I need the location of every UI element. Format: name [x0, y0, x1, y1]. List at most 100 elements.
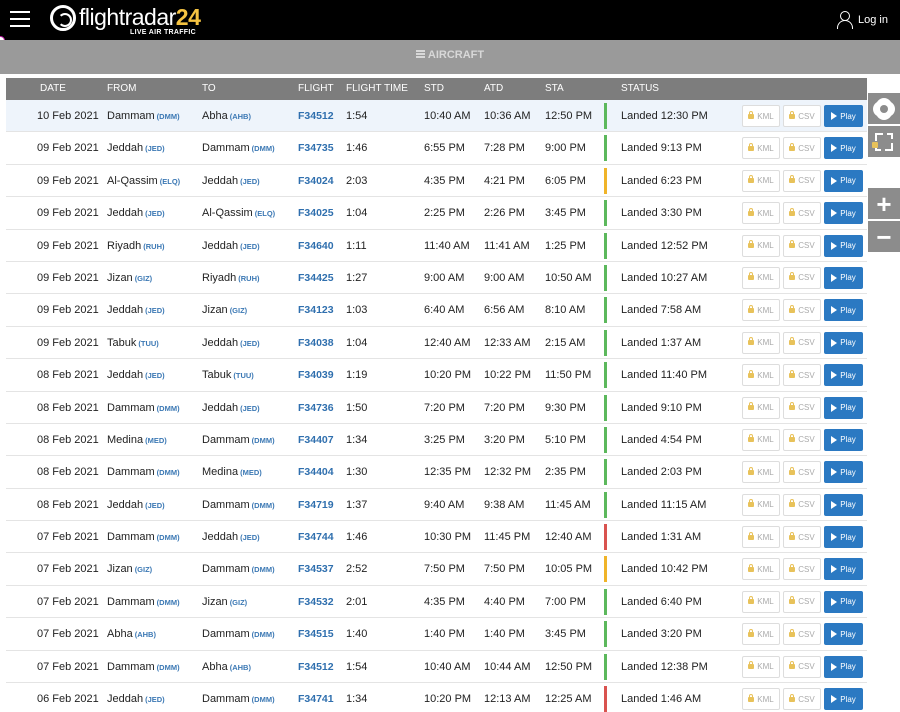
zoom-out-button[interactable]: − [868, 221, 900, 252]
play-button[interactable]: Play [824, 331, 863, 354]
csv-button[interactable]: CSV [783, 623, 821, 646]
kml-button[interactable]: KML [742, 299, 780, 322]
to-code[interactable]: (GIZ) [230, 306, 248, 315]
kml-button[interactable]: KML [742, 428, 780, 451]
table-row[interactable]: 09 Feb 2021 Jeddah (JED) Jizan (GIZ) F34123 1:… [6, 294, 867, 327]
play-button[interactable]: Play [824, 202, 863, 225]
csv-button[interactable]: CSV [783, 428, 821, 451]
login-button[interactable]: Log in [836, 11, 888, 29]
kml-button[interactable]: KML [742, 461, 780, 484]
csv-button[interactable]: CSV [783, 105, 821, 127]
csv-button[interactable]: CSV [783, 590, 821, 613]
table-row[interactable]: 07 Feb 2021 Dammam (DMM) Jizan (GIZ) F34532 2:… [6, 585, 867, 619]
from-code[interactable]: (DMM) [157, 533, 180, 542]
flight-cell[interactable]: F34537 [298, 563, 334, 575]
from-code[interactable]: (JED) [145, 695, 165, 704]
kml-button[interactable]: KML [742, 623, 780, 646]
from-code[interactable]: (AHB) [135, 630, 156, 639]
flight-cell[interactable]: F34515 [298, 628, 334, 640]
csv-button[interactable]: CSV [783, 461, 821, 484]
play-button[interactable]: Play [824, 428, 863, 451]
table-row[interactable]: 09 Feb 2021 Jeddah (JED) Dammam (DMM) F34735 1… [6, 132, 867, 165]
to-code[interactable]: (TUU) [233, 371, 253, 380]
csv-button[interactable]: CSV [783, 493, 821, 516]
from-code[interactable]: (DMM) [157, 112, 180, 121]
kml-button[interactable]: KML [742, 105, 780, 127]
play-button[interactable]: Play [824, 169, 863, 192]
table-row[interactable]: 09 Feb 2021 Jizan (GIZ) Riyadh (RUH) F34425 1:… [6, 261, 867, 295]
to-code[interactable]: (JED) [240, 404, 260, 413]
to-code[interactable]: (ELQ) [255, 209, 275, 218]
csv-button[interactable]: CSV [783, 364, 821, 387]
kml-button[interactable]: KML [742, 493, 780, 516]
table-row[interactable]: 08 Feb 2021 Dammam (DMM) Medina (MED) F34404 1… [6, 456, 867, 489]
csv-button[interactable]: CSV [783, 655, 821, 678]
from-code[interactable]: (TUU) [138, 339, 158, 348]
flight-cell[interactable]: F34744 [298, 531, 334, 543]
flightradar24-logo[interactable]: flightradar24 LIVE AIR TRAFFIC [50, 4, 201, 38]
table-row[interactable]: 07 Feb 2021 Dammam (DMM) Abha (AHB) F34512 1:5… [6, 650, 867, 684]
kml-button[interactable]: KML [742, 655, 780, 678]
play-button[interactable]: Play [824, 299, 863, 322]
flight-cell[interactable]: F34024 [298, 175, 334, 187]
kml-button[interactable]: KML [742, 266, 780, 289]
table-row[interactable]: 09 Feb 2021 Tabuk (TUU) Jeddah (JED) F34038 1:… [6, 326, 867, 360]
to-code[interactable]: (JED) [240, 533, 260, 542]
table-row[interactable]: 06 Feb 2021 Jeddah (JED) Dammam (DMM) F34741 1… [6, 683, 867, 712]
table-row[interactable]: 07 Feb 2021 Jizan (GIZ) Dammam (DMM) F34537 2:… [6, 553, 867, 586]
table-row[interactable]: 09 Feb 2021 Jeddah (JED) Al-Qassim (ELQ) F340… [6, 197, 867, 230]
csv-button[interactable]: CSV [783, 558, 821, 581]
flight-cell[interactable]: F34640 [298, 240, 334, 252]
play-button[interactable]: Play [824, 137, 863, 160]
from-code[interactable]: (DMM) [157, 663, 180, 672]
kml-button[interactable]: KML [742, 137, 780, 160]
kml-button[interactable]: KML [742, 364, 780, 387]
to-code[interactable]: (DMM) [252, 436, 275, 445]
zoom-in-button[interactable]: + [868, 188, 900, 219]
to-code[interactable]: (DMM) [252, 695, 275, 704]
play-button[interactable]: Play [824, 526, 863, 549]
flight-cell[interactable]: F34025 [298, 207, 334, 219]
to-code[interactable]: (DMM) [252, 565, 275, 574]
play-button[interactable]: Play [824, 590, 863, 613]
flight-cell[interactable]: F34123 [298, 304, 334, 316]
from-code[interactable]: (GIZ) [135, 565, 153, 574]
table-row[interactable]: 08 Feb 2021 Medina (MED) Dammam (DMM) F34407 1… [6, 423, 867, 457]
csv-button[interactable]: CSV [783, 526, 821, 549]
to-code[interactable]: (DMM) [252, 630, 275, 639]
csv-button[interactable]: CSV [783, 169, 821, 192]
play-button[interactable]: Play [824, 234, 863, 257]
csv-button[interactable]: CSV [783, 331, 821, 354]
table-row[interactable]: 08 Feb 2021 Jeddah (JED) Dammam (DMM) F34719 1… [6, 488, 867, 522]
csv-button[interactable]: CSV [783, 234, 821, 257]
csv-button[interactable]: CSV [783, 299, 821, 322]
to-code[interactable]: (GIZ) [230, 598, 248, 607]
flight-cell[interactable]: F34741 [298, 693, 334, 705]
kml-button[interactable]: KML [742, 331, 780, 354]
from-code[interactable]: (DMM) [157, 404, 180, 413]
play-button[interactable]: Play [824, 493, 863, 516]
from-code[interactable]: (JED) [145, 144, 165, 153]
flight-cell[interactable]: F34038 [298, 337, 334, 349]
kml-button[interactable]: KML [742, 526, 780, 549]
flight-cell[interactable]: F34425 [298, 272, 334, 284]
flight-cell[interactable]: F34407 [298, 434, 334, 446]
table-row[interactable]: 08 Feb 2021 Jeddah (JED) Tabuk (TUU) F34039 1:… [6, 359, 867, 392]
play-button[interactable]: Play [824, 688, 863, 711]
flight-cell[interactable]: F34719 [298, 499, 334, 511]
to-code[interactable]: (AHB) [230, 112, 251, 121]
from-code[interactable]: (JED) [145, 209, 165, 218]
settings-button[interactable] [868, 93, 900, 124]
to-code[interactable]: (JED) [240, 242, 260, 251]
kml-button[interactable]: KML [742, 202, 780, 225]
play-button[interactable]: Play [824, 364, 863, 387]
play-button[interactable]: Play [824, 623, 863, 646]
to-code[interactable]: (DMM) [252, 144, 275, 153]
flight-cell[interactable]: F34512 [298, 110, 334, 122]
to-code[interactable]: (JED) [240, 339, 260, 348]
play-button[interactable]: Play [824, 461, 863, 484]
play-button[interactable]: Play [824, 266, 863, 289]
flight-cell[interactable]: F34039 [298, 369, 334, 381]
kml-button[interactable]: KML [742, 396, 780, 419]
from-code[interactable]: (ELQ) [160, 177, 180, 186]
